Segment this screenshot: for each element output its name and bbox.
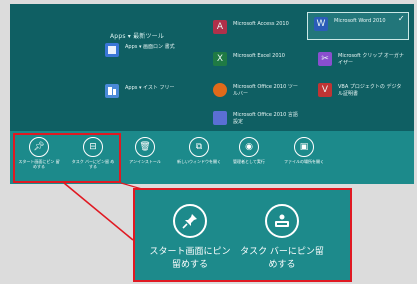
zoom-callout: スタート画面にピン 留めする タスク バーにピン留 めする: [133, 188, 352, 282]
pin-to-taskbar-button-zoomed[interactable]: [265, 204, 299, 238]
pin-icon: [182, 214, 197, 229]
taskbar-pin-icon: [275, 214, 289, 227]
pin-to-start-button-zoomed[interactable]: [173, 204, 207, 238]
pin-to-taskbar-label-zoomed: タスク バーにピン留 めする: [240, 247, 324, 270]
pin-to-start-label-zoomed: スタート画面にピン 留めする: [149, 247, 231, 270]
